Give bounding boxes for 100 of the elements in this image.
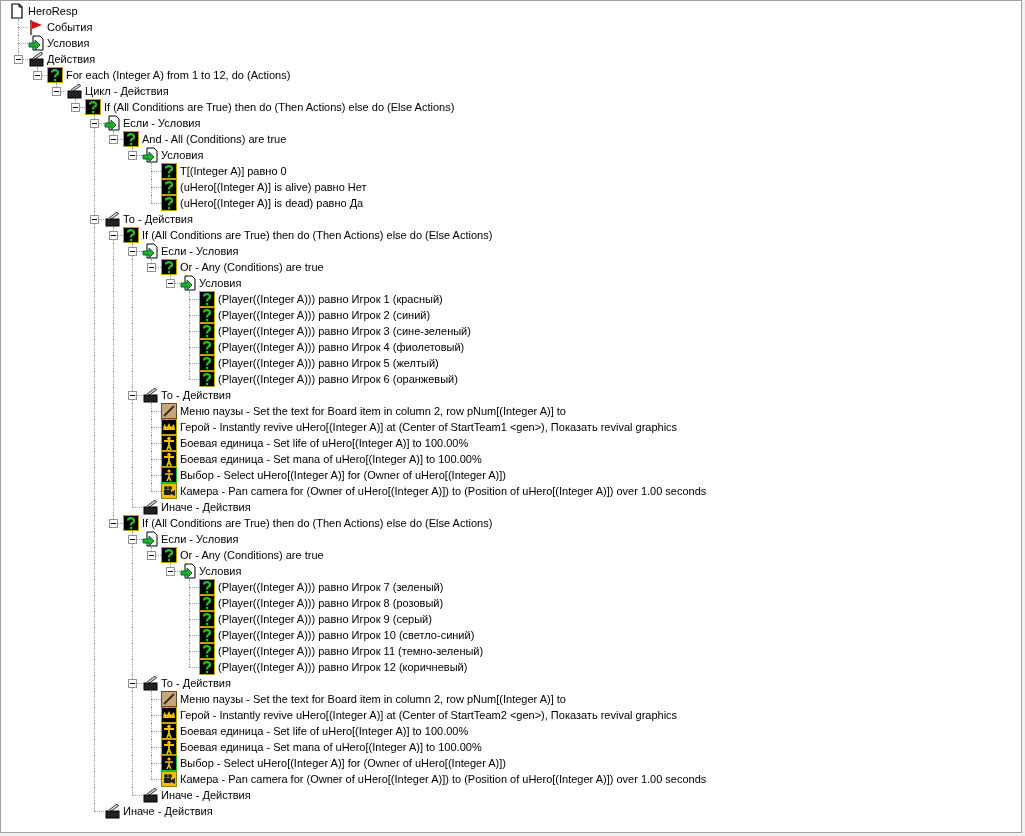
collapse-toggle[interactable] xyxy=(128,535,137,544)
collapse-toggle[interactable] xyxy=(109,231,118,240)
tree-item-label[interactable]: (Player((Integer A))) равно Игрок 1 (красный) xyxy=(218,291,443,307)
page-arrow-icon xyxy=(180,275,196,291)
clapperboard-icon xyxy=(142,387,158,403)
tree-item-label[interactable]: Or - Any (Conditions) are true xyxy=(180,259,324,275)
tree-item-label[interactable]: Боевая единица - Set life of uHero[(Integer A)] to 100.00% xyxy=(180,435,469,451)
collapse-toggle[interactable] xyxy=(147,551,156,560)
tree-item-label[interactable]: Условия xyxy=(47,35,90,51)
tree-item-label[interactable]: Меню паузы - Set the text for Board item in column 2, row pNum[(Integer A)] to xyxy=(180,691,566,707)
tree-item-label[interactable]: (Player((Integer A))) равно Игрок 12 (коричневый) xyxy=(218,659,468,675)
question-icon xyxy=(199,659,215,675)
page-arrow-icon xyxy=(104,115,120,131)
tree-item-label[interactable]: Если - Условия xyxy=(161,243,239,259)
tree-item-label[interactable]: Боевая единица - Set life of uHero[(Integer A)] to 100.00% xyxy=(180,723,469,739)
tree-item-label[interactable]: (Player((Integer A))) равно Игрок 3 (сине-зеленый) xyxy=(218,323,471,339)
crown-icon xyxy=(161,419,177,435)
tree-item-label[interactable]: (Player((Integer A))) равно Игрок 5 (желтый) xyxy=(218,355,439,371)
question-icon xyxy=(199,355,215,371)
clapperboard-icon xyxy=(104,803,120,819)
figure-icon xyxy=(161,723,177,739)
tree-item-label[interactable]: (Player((Integer A))) равно Игрок 4 (фиолетовый) xyxy=(218,339,465,355)
tree-item-label[interactable]: Боевая единица - Set mana of uHero[(Integer A)] to 100.00% xyxy=(180,451,482,467)
tree-item-label[interactable]: And - All (Conditions) are true xyxy=(142,131,287,147)
question-icon xyxy=(199,611,215,627)
question-icon xyxy=(199,339,215,355)
tree-item-label[interactable]: If (All Conditions are True) then do (Then Actions) else do (Else Actions) xyxy=(142,227,493,243)
tree-item-label[interactable]: Если - Условия xyxy=(123,115,201,131)
question-icon xyxy=(161,195,177,211)
collapse-toggle[interactable] xyxy=(14,55,23,64)
question-icon xyxy=(161,259,177,275)
tree-item-label[interactable]: Иначе - Действия xyxy=(123,803,213,819)
clapperboard-icon xyxy=(104,211,120,227)
question-icon xyxy=(47,67,63,83)
tree-item-label[interactable]: То - Действия xyxy=(161,387,231,403)
tree-item-label[interactable]: (Player((Integer A))) равно Игрок 2 (синий) xyxy=(218,307,431,323)
tree-item-label[interactable]: Иначе - Действия xyxy=(161,499,251,515)
question-icon xyxy=(161,547,177,563)
tree-item-label[interactable]: То - Действия xyxy=(123,211,193,227)
collapse-toggle[interactable] xyxy=(128,247,137,256)
question-icon xyxy=(199,579,215,595)
tree-item-label[interactable]: Выбор - Select uHero[(Integer A)] for (Owner of uHero[(Integer A)]) xyxy=(180,467,506,483)
clapperboard-icon xyxy=(66,83,82,99)
camera-icon xyxy=(161,483,177,499)
tree-item-label[interactable]: (Player((Integer A))) равно Игрок 11 (темно-зеленый) xyxy=(218,643,484,659)
tree-item-label[interactable]: (uHero[(Integer A)] is alive) равно Нет xyxy=(180,179,367,195)
page-arrow-icon xyxy=(28,35,44,51)
question-icon xyxy=(123,131,139,147)
tree-item-label[interactable]: For each (Integer A) from 1 to 12, do (Actions) xyxy=(66,67,291,83)
camera-icon xyxy=(161,771,177,787)
tree-item-label[interactable]: (Player((Integer A))) равно Игрок 10 (светло-синий) xyxy=(218,627,475,643)
clapperboard-icon xyxy=(28,51,44,67)
tree-item-label[interactable]: То - Действия xyxy=(161,675,231,691)
collapse-toggle[interactable] xyxy=(128,679,137,688)
collapse-toggle[interactable] xyxy=(52,87,61,96)
tree-item-label[interactable]: Меню паузы - Set the text for Board item in column 2, row pNum[(Integer A)] to xyxy=(180,403,566,419)
collapse-toggle[interactable] xyxy=(109,519,118,528)
tree-item-label[interactable]: (Player((Integer A))) равно Игрок 9 (серый) xyxy=(218,611,432,627)
collapse-toggle[interactable] xyxy=(71,103,80,112)
collapse-toggle[interactable] xyxy=(128,391,137,400)
tree-item-label[interactable]: (Player((Integer A))) равно Игрок 6 (оранжевый) xyxy=(218,371,458,387)
tree-item-label[interactable]: Камера - Pan camera for (Owner of uHero[(Integer A)]) to (Position of uHero[(Integer A)]) over 1.00 seconds xyxy=(180,771,707,787)
tree-item-label[interactable]: Боевая единица - Set mana of uHero[(Integer A)] to 100.00% xyxy=(180,739,482,755)
pencil-icon xyxy=(161,403,177,419)
tree-item-label[interactable]: (Player((Integer A))) равно Игрок 8 (розовый) xyxy=(218,595,444,611)
tree-item-label[interactable]: T[(Integer A)] равно 0 xyxy=(180,163,287,179)
question-icon xyxy=(199,627,215,643)
tree-item-label[interactable]: Если - Условия xyxy=(161,531,239,547)
page-arrow-icon xyxy=(142,243,158,259)
collapse-toggle[interactable] xyxy=(166,279,175,288)
tree-item-label[interactable]: If (All Conditions are True) then do (Then Actions) else do (Else Actions) xyxy=(104,99,455,115)
tree-item-label[interactable]: Камера - Pan camera for (Owner of uHero[(Integer A)]) to (Position of uHero[(Integer A)]) over 1.00 seconds xyxy=(180,483,707,499)
tree-item-label[interactable]: HeroResp xyxy=(28,3,78,19)
collapse-toggle[interactable] xyxy=(166,567,175,576)
tree-item-label[interactable]: Действия xyxy=(47,51,96,67)
collapse-toggle[interactable] xyxy=(90,215,99,224)
tree-item-label[interactable]: Or - Any (Conditions) are true xyxy=(180,547,324,563)
question-icon xyxy=(85,99,101,115)
tree-item-label[interactable]: Условия xyxy=(199,563,242,579)
flag-icon xyxy=(28,19,44,35)
collapse-toggle[interactable] xyxy=(128,151,137,160)
tree-item-label[interactable]: Выбор - Select uHero[(Integer A)] for (Owner of uHero[(Integer A)]) xyxy=(180,755,506,771)
collapse-toggle[interactable] xyxy=(33,71,42,80)
tree-item-label[interactable]: Иначе - Действия xyxy=(161,787,251,803)
tree-item-label[interactable]: Условия xyxy=(161,147,204,163)
tree-item-label[interactable]: If (All Conditions are True) then do (Then Actions) else do (Else Actions) xyxy=(142,515,493,531)
question-icon xyxy=(161,179,177,195)
document-icon xyxy=(9,3,25,19)
tree-item-label[interactable]: Герой - Instantly revive uHero[(Integer A)] at (Center of StartTeam2 <gen>), Показать revival graphics xyxy=(180,707,678,723)
tree-item-label[interactable]: Герой - Instantly revive uHero[(Integer A)] at (Center of StartTeam1 <gen>), Показать revival graphics xyxy=(180,419,678,435)
tree-item-label[interactable]: Условия xyxy=(199,275,242,291)
tree-item-label[interactable]: (uHero[(Integer A)] is dead) равно Да xyxy=(180,195,364,211)
collapse-toggle[interactable] xyxy=(109,135,118,144)
figure-icon xyxy=(161,451,177,467)
tree-item-label[interactable]: Цикл - Действия xyxy=(85,83,169,99)
figure-icon xyxy=(161,739,177,755)
collapse-toggle[interactable] xyxy=(147,263,156,272)
collapse-toggle[interactable] xyxy=(90,119,99,128)
tree-item-label[interactable]: События xyxy=(47,19,93,35)
tree-item-label[interactable]: (Player((Integer A))) равно Игрок 7 (зеленый) xyxy=(218,579,444,595)
